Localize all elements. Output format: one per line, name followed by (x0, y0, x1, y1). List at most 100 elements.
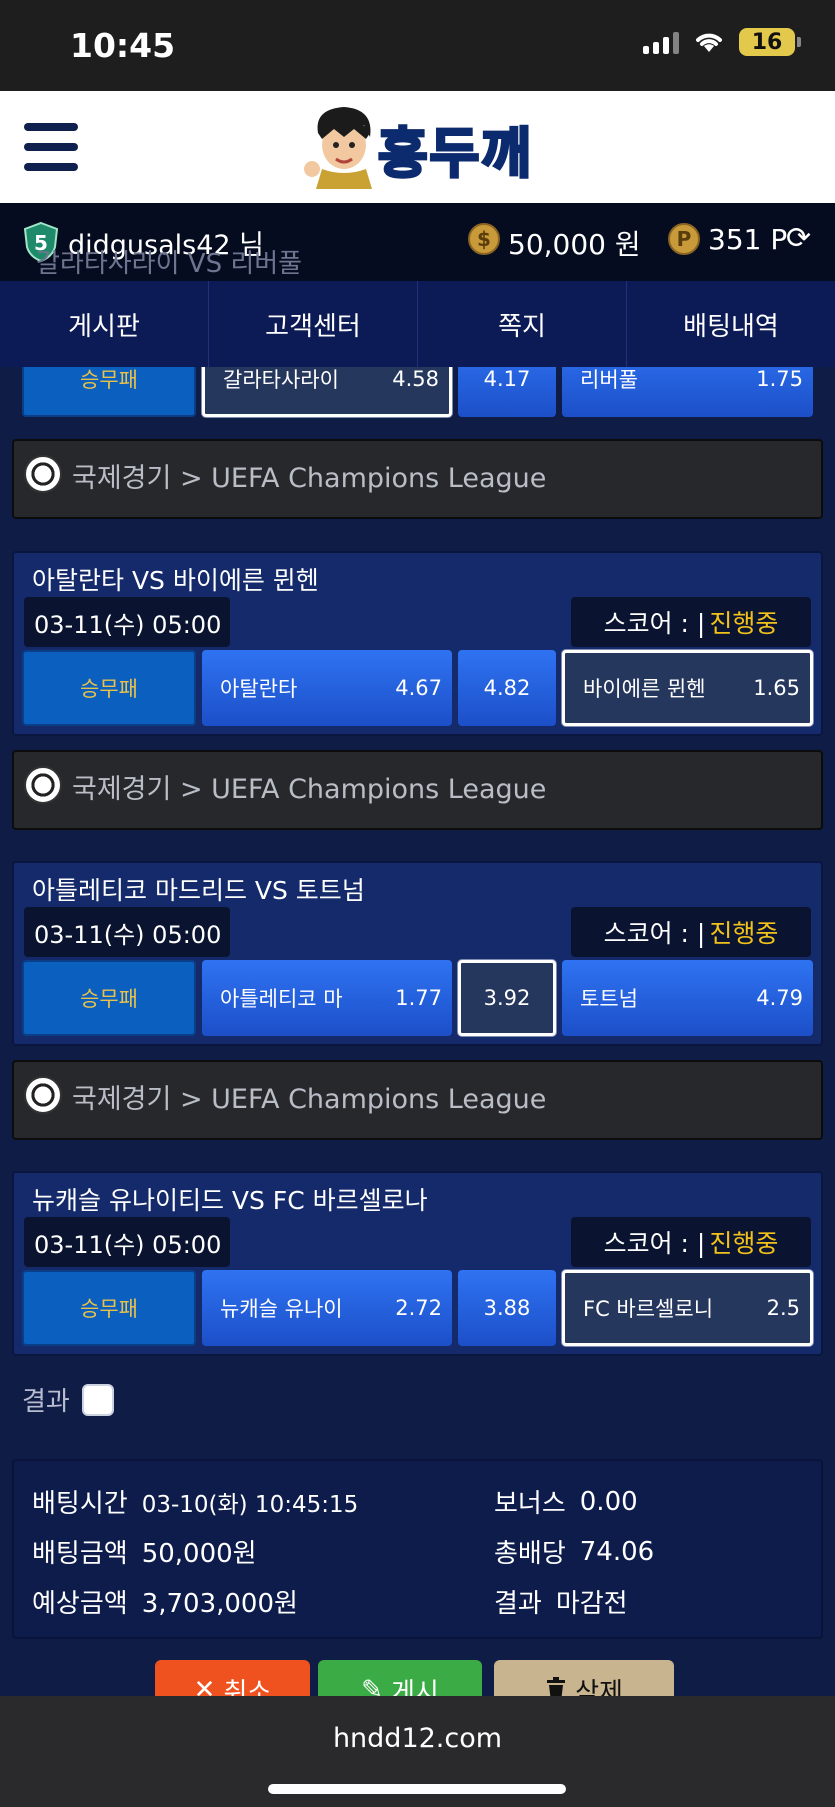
status-bar: 10:45 16 (0, 0, 835, 91)
status-icons: 16 (643, 28, 801, 56)
bet-type: 승무패 (22, 650, 196, 726)
score-label: 스코어 : | (603, 919, 706, 948)
live-status: 진행중 (709, 609, 779, 638)
league-header: 국제경기 > UEFA Champions League (12, 1060, 823, 1140)
home-odd: 4.58 (392, 367, 439, 391)
home-odd-button[interactable]: 아틀레티코 마 1.77 (202, 960, 452, 1036)
bet-amount-value: 50,000원 (141, 1539, 257, 1569)
result-row: 결과 마감전 (494, 1583, 628, 1620)
menu-icon[interactable] (24, 123, 78, 171)
total-odds-value: 74.06 (579, 1536, 655, 1567)
soccer-ball-icon (24, 455, 62, 493)
score-status: 스코어 : | 진행중 (571, 1217, 811, 1267)
home-odd-button[interactable]: 뉴캐슬 유나이 2.72 (202, 1270, 452, 1346)
money-balance: 50,000 원 (508, 228, 641, 261)
match-title: 아탈란타 VS 바이에른 뮌헨 (32, 566, 319, 595)
bet-time-label: 배팅시간 (32, 1489, 128, 1519)
wifi-icon (696, 33, 722, 52)
away-team: FC 바르셀로니 (583, 1297, 714, 1321)
away-odd-button[interactable]: 바이에른 뮌헨 1.65 (562, 650, 813, 726)
soccer-ball-icon (24, 766, 62, 804)
battery-icon: 16 (739, 28, 801, 56)
odds-row: 승무패 아틀레티코 마 1.77 3.92 토트넘 4.79 (22, 960, 813, 1040)
match-date: 03-11(수) 05:00 (24, 1217, 230, 1267)
main-nav: 게시판 고객센터 쪽지 배팅내역 (0, 281, 835, 367)
away-team: 바이에른 뮌헨 (583, 677, 706, 701)
bet-time-value: 03-10(화) 10:45:15 (141, 1491, 359, 1518)
home-team: 아틀레티코 마 (220, 987, 343, 1011)
logo-text: 홍두깨 (376, 121, 534, 187)
bet-summary: 배팅시간 03-10(화) 10:45:15 배팅금액 50,000원 예상금액… (12, 1459, 823, 1639)
match-date: 03-11(수) 05:00 (24, 907, 230, 957)
bet-type: 승무패 (22, 1270, 196, 1346)
home-team: 아탈란타 (220, 677, 298, 701)
score-label: 스코어 : | (603, 1229, 706, 1258)
nav-board[interactable]: 게시판 (0, 281, 209, 367)
nav-messages[interactable]: 쪽지 (418, 281, 627, 367)
bonus-label: 보너스 (494, 1489, 566, 1519)
expected-amount-value: 3,703,000원 (141, 1589, 298, 1619)
score-status: 스코어 : | 진행중 (571, 597, 811, 647)
result-status-value: 마감전 (555, 1589, 628, 1619)
away-odd-button[interactable]: 토트넘 4.79 (562, 960, 813, 1036)
logo[interactable]: 홍두깨 (300, 103, 540, 191)
draw-odd: 4.82 (483, 676, 531, 700)
app-header: 홍두깨 (0, 91, 835, 203)
bonus-row: 보너스 0.00 (494, 1483, 638, 1520)
status-time: 10:45 (70, 26, 176, 65)
away-odd: 1.75 (756, 367, 803, 391)
match-title: 뉴캐슬 유나이티드 VS FC 바르셀로나 (32, 1186, 428, 1215)
odds-row: 승무패 아탈란타 4.67 4.82 바이에른 뮌헨 1.65 (22, 650, 813, 730)
home-team: 갈라타사라이 (223, 368, 339, 392)
live-status: 진행중 (709, 1229, 779, 1258)
score-label: 스코어 : | (603, 609, 706, 638)
expected-amount-row: 예상금액 3,703,000원 (32, 1583, 298, 1620)
odds-row: 승무패 뉴캐슬 유나이 2.72 3.88 FC 바르셀로니 2.5 (22, 1270, 813, 1350)
away-odd-button[interactable]: FC 바르셀로니 2.5 (562, 1270, 813, 1346)
home-odd: 4.67 (395, 676, 442, 700)
away-team: 리버풀 (580, 368, 638, 392)
away-team: 토트넘 (580, 987, 638, 1011)
signal-icon (643, 30, 679, 54)
browser-bar: hndd12.com (0, 1696, 835, 1807)
soccer-ball-icon (24, 1076, 62, 1114)
draw-odd-button[interactable]: 3.88 (458, 1270, 556, 1346)
total-odds-label: 총배당 (494, 1539, 566, 1569)
bet-amount-label: 배팅금액 (32, 1539, 128, 1569)
home-odd: 2.72 (395, 1296, 442, 1320)
home-indicator[interactable] (268, 1784, 566, 1794)
result-status-label: 결과 (494, 1589, 542, 1619)
home-odd-button[interactable]: 아탈란타 4.67 (202, 650, 452, 726)
league-path: 국제경기 > UEFA Champions League (72, 774, 547, 805)
draw-odd-button[interactable]: 4.82 (458, 650, 556, 726)
away-odd: 2.5 (766, 1296, 800, 1320)
bet-type: 승무패 (22, 960, 196, 1036)
draw-odd-button[interactable]: 3.92 (458, 960, 556, 1036)
nav-customer-center[interactable]: 고객센터 (209, 281, 418, 367)
bet-time-row: 배팅시간 03-10(화) 10:45:15 (32, 1483, 358, 1520)
expected-amount-label: 예상금액 (32, 1589, 128, 1619)
point-balance: 351 P (708, 223, 788, 256)
league-path: 국제경기 > UEFA Champions League (72, 463, 547, 494)
refresh-icon[interactable]: ⟳ (786, 221, 811, 256)
league-path: 국제경기 > UEFA Champions League (72, 1084, 547, 1115)
point-coin-icon: P (668, 223, 700, 255)
scrolled-match-title: 갈라타사라이 VS 리버풀 (36, 249, 303, 279)
score-status: 스코어 : | 진행중 (571, 907, 811, 957)
live-status: 진행중 (709, 919, 779, 948)
nav-bet-history[interactable]: 배팅내역 (627, 281, 835, 367)
draw-odd: 3.88 (483, 1296, 531, 1320)
away-odd: 4.79 (756, 986, 803, 1010)
match-title: 아틀레티코 마드리드 VS 토트넘 (32, 876, 365, 905)
result-checkbox[interactable] (81, 1383, 114, 1416)
app-root: 10:45 16 홍두깨 갈라타사라이 VS 리버풀 5 didgusals42… (0, 0, 835, 1807)
url-text[interactable]: hndd12.com (0, 1723, 835, 1754)
match-date: 03-11(수) 05:00 (24, 597, 230, 647)
bonus-value: 0.00 (579, 1486, 638, 1517)
away-odd: 1.65 (753, 676, 800, 700)
result-filter: 결과 (22, 1381, 114, 1418)
money-coin-icon: $ (468, 223, 500, 255)
logo-character-icon (304, 107, 372, 189)
league-header: 국제경기 > UEFA Champions League (12, 439, 823, 519)
result-label: 결과 (22, 1387, 70, 1417)
